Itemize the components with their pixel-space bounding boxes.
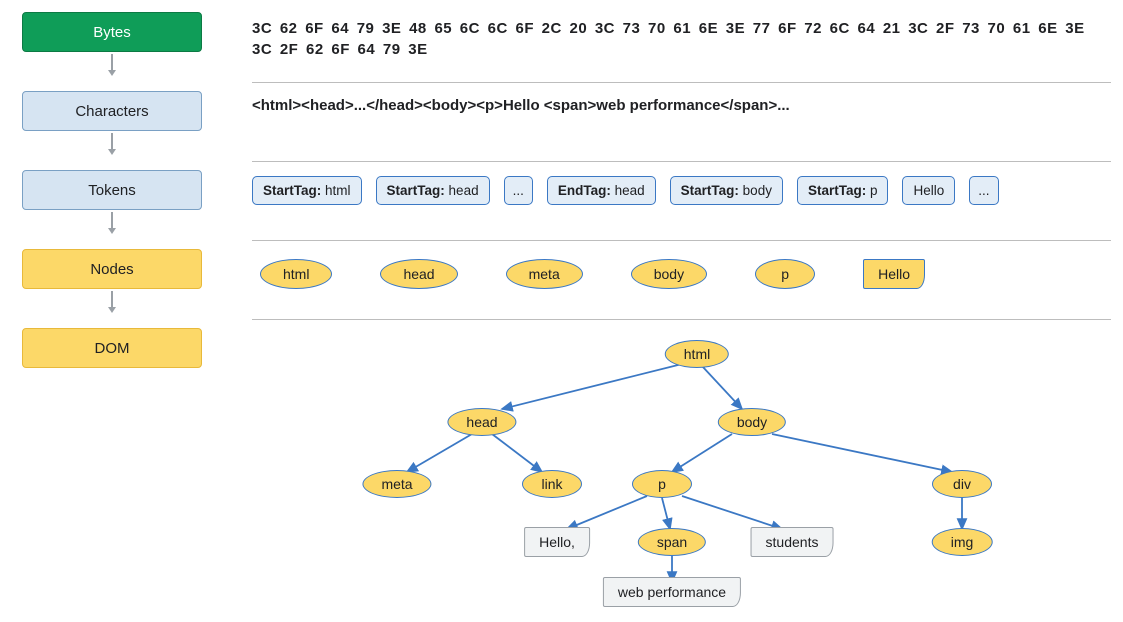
divider-1 — [252, 82, 1111, 83]
stage-tokens: Tokens — [22, 170, 202, 210]
token-starttag-head: StartTag: head — [376, 176, 490, 205]
token-starttag-p: StartTag: p — [797, 176, 889, 205]
tree-node-link: link — [522, 470, 582, 498]
node-html: html — [260, 259, 332, 289]
dom-tree: html head body meta link p div Hello, sp… — [252, 334, 1112, 604]
arrow-nodes-to-dom — [111, 291, 113, 309]
tokens-row: StartTag: html StartTag: head ... EndTag… — [252, 176, 1111, 205]
token-endtag-head: EndTag: head — [547, 176, 656, 205]
node-p: p — [755, 259, 815, 289]
arrow-tokens-to-nodes — [111, 212, 113, 230]
token-text-hello: Hello — [902, 176, 955, 205]
node-text-hello: Hello — [863, 259, 925, 289]
stage-bytes: Bytes — [22, 12, 202, 52]
token-ellipsis-1: ... — [504, 176, 533, 205]
characters-text: <html><head>...</head><body><p>Hello <sp… — [252, 97, 1111, 114]
nodes-row: html head meta body p Hello — [252, 255, 1111, 289]
bytes-hex-text: 3C 62 6F 64 79 3E 48 65 6C 6C 6F 2C 20 3… — [252, 18, 1111, 60]
token-starttag-html: StartTag: html — [252, 176, 362, 205]
tree-node-img: img — [932, 528, 993, 556]
tree-node-html: html — [665, 340, 729, 368]
tree-node-meta: meta — [362, 470, 431, 498]
tree-node-div: div — [932, 470, 992, 498]
token-ellipsis-2: ... — [969, 176, 998, 205]
stage-dom: DOM — [22, 328, 202, 368]
arrow-characters-to-tokens — [111, 133, 113, 151]
stage-nodes: Nodes — [22, 249, 202, 289]
divider-3 — [252, 240, 1111, 241]
tree-text-web-performance: web performance — [603, 577, 741, 607]
arrow-bytes-to-characters — [111, 54, 113, 72]
node-head: head — [380, 259, 457, 289]
divider-2 — [252, 161, 1111, 162]
node-body: body — [631, 259, 707, 289]
tree-node-span: span — [638, 528, 706, 556]
tree-text-students: students — [751, 527, 834, 557]
tree-text-hello: Hello, — [524, 527, 590, 557]
tree-node-body: body — [718, 408, 786, 436]
node-meta: meta — [506, 259, 583, 289]
stage-characters: Characters — [22, 91, 202, 131]
tree-node-p: p — [632, 470, 692, 498]
token-starttag-body: StartTag: body — [670, 176, 783, 205]
divider-4 — [252, 319, 1111, 320]
tree-node-head: head — [447, 408, 516, 436]
